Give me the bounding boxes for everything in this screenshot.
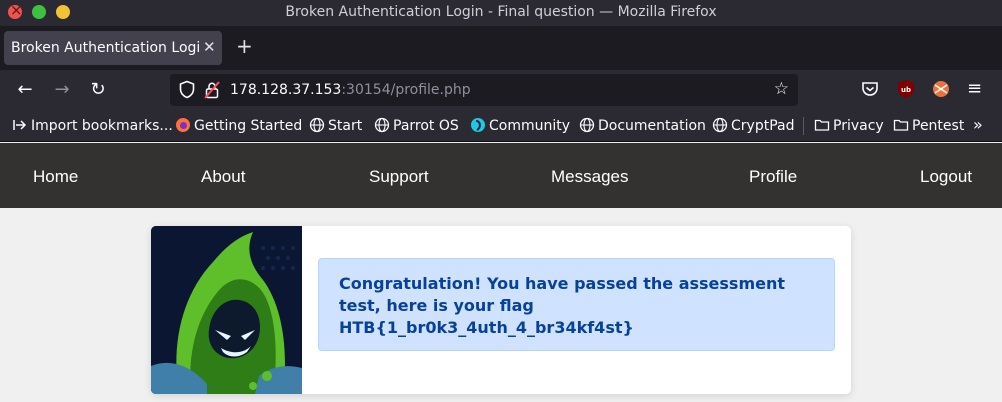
nav-messages-link[interactable]: Messages bbox=[551, 167, 628, 187]
profile-card: Congratulation! You have passed the asse… bbox=[151, 226, 851, 394]
folder-icon bbox=[814, 117, 830, 133]
globe-icon bbox=[374, 117, 390, 133]
folder-icon bbox=[893, 117, 909, 133]
close-tab-icon[interactable]: ✕ bbox=[203, 38, 216, 56]
bookmark-label: Start bbox=[328, 118, 363, 134]
parrot-icon bbox=[470, 117, 486, 133]
bookmark-documentation[interactable]: Documentation bbox=[579, 117, 706, 134]
bookmark-folder-privacy[interactable]: Privacy bbox=[814, 117, 884, 134]
forward-button[interactable]: → bbox=[50, 78, 74, 102]
svg-text:ub: ub bbox=[901, 86, 911, 94]
url-text: 178.128.37.153:30154/profile.php bbox=[230, 82, 471, 98]
nav-home-link[interactable]: Home bbox=[33, 167, 78, 187]
address-bar[interactable]: 178.128.37.153:30154/profile.php ☆ bbox=[170, 74, 798, 106]
bookmark-parrot-os[interactable]: Parrot OS bbox=[374, 117, 459, 134]
bookmark-label: Import bookmarks... bbox=[31, 118, 173, 134]
reload-button[interactable]: ↻ bbox=[86, 78, 110, 102]
bookmark-label: Community bbox=[489, 118, 571, 134]
window-titlebar: Broken Authentication Login - Final ques… bbox=[0, 0, 1002, 26]
success-alert: Congratulation! You have passed the asse… bbox=[318, 258, 835, 351]
bookmark-import[interactable]: Import bookmarks... bbox=[12, 117, 173, 134]
window-title: Broken Authentication Login - Final ques… bbox=[285, 4, 717, 20]
bookmark-start[interactable]: Start bbox=[309, 117, 362, 134]
tab-label: Broken Authentication Login bbox=[11, 40, 201, 56]
bookmark-cryptpad[interactable]: CryptPad bbox=[712, 117, 794, 134]
ublock-origin-icon[interactable]: ub bbox=[896, 79, 916, 99]
alert-message: Congratulation! You have passed the asse… bbox=[339, 274, 786, 315]
tab-active[interactable]: Broken Authentication Login ✕ bbox=[4, 31, 222, 65]
bookmarks-separator bbox=[803, 117, 804, 135]
pocket-icon[interactable] bbox=[860, 79, 880, 99]
firefox-icon bbox=[175, 117, 191, 133]
bookmark-label: Documentation bbox=[598, 118, 706, 134]
import-icon bbox=[12, 117, 28, 133]
nav-about-link[interactable]: About bbox=[201, 167, 245, 187]
extension-icon[interactable] bbox=[931, 79, 951, 99]
url-path: :30154/profile.php bbox=[341, 82, 471, 98]
url-host: 178.128.37.153 bbox=[230, 82, 342, 98]
bookmark-label: Privacy bbox=[833, 118, 884, 134]
site-navbar: Home About Support Messages Profile Logo… bbox=[0, 143, 1002, 208]
flag-value: HTB{1_br0k3_4uth_4_br34kf4st} bbox=[339, 318, 634, 337]
more-bookmarks-chevron-icon[interactable]: » bbox=[973, 115, 983, 134]
alert-text: Congratulation! You have passed the asse… bbox=[339, 273, 809, 339]
bookmark-label: Getting Started bbox=[194, 118, 303, 134]
nav-profile-link[interactable]: Profile bbox=[749, 167, 797, 187]
bookmark-folder-pentest[interactable]: Pentest bbox=[893, 117, 964, 134]
bookmark-getting-started[interactable]: Getting Started bbox=[175, 117, 302, 134]
new-tab-button[interactable]: + bbox=[236, 34, 253, 58]
globe-icon bbox=[309, 117, 325, 133]
globe-icon bbox=[579, 117, 595, 133]
tab-strip: Broken Authentication Login ✕ + bbox=[0, 26, 1002, 70]
hamburger-menu-icon[interactable]: ≡ bbox=[967, 79, 987, 99]
nav-support-link[interactable]: Support bbox=[369, 167, 429, 187]
nav-logout-link[interactable]: Logout bbox=[920, 167, 972, 187]
back-button[interactable]: ← bbox=[13, 78, 37, 102]
bookmark-community[interactable]: Community bbox=[470, 117, 570, 134]
bookmark-label: Parrot OS bbox=[393, 118, 459, 134]
bookmark-label: CryptPad bbox=[731, 118, 795, 134]
tracking-protection-shield-icon[interactable] bbox=[178, 80, 196, 103]
globe-icon bbox=[712, 117, 728, 133]
bookmarks-toolbar: Import bookmarks... Getting Started Star… bbox=[0, 110, 1002, 142]
navigation-toolbar: ← → ↻ 178.128.37.153:30154/profile.php ☆… bbox=[0, 70, 1002, 110]
hooded-hacker-avatar-image bbox=[151, 226, 302, 394]
bookmark-star-icon[interactable]: ☆ bbox=[774, 79, 789, 99]
bookmark-label: Pentest bbox=[912, 118, 965, 134]
insecure-lock-icon[interactable] bbox=[204, 81, 220, 103]
